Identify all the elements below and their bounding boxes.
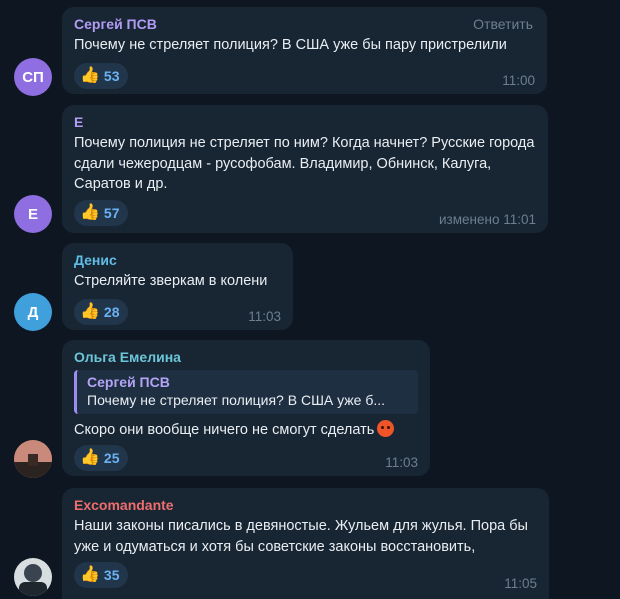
reaction-thumbs-up[interactable]: 👍 28 xyxy=(74,298,128,325)
message-text: Стреляйте зверкам в колени xyxy=(74,273,268,289)
thumbs-up-icon: 👍 xyxy=(80,448,100,466)
reaction-thumbs-up[interactable]: 👍 53 xyxy=(74,62,128,89)
quote-author: Сергей ПСВ xyxy=(87,374,170,390)
thumbs-up-icon: 👍 xyxy=(80,566,100,583)
message-time: 11:03 xyxy=(248,309,281,324)
reaction-count: 57 xyxy=(103,204,120,221)
avatar-initials: Е xyxy=(27,205,38,223)
avatar[interactable]: Е xyxy=(14,195,52,233)
reaction-thumbs-up[interactable]: 👍 35 xyxy=(74,562,128,588)
avatar[interactable] xyxy=(14,558,52,596)
author-name[interactable]: Е xyxy=(74,113,536,131)
message-text: Почему не стреляет полиция? В США уже бы… xyxy=(74,37,507,53)
message-time: 11:00 xyxy=(502,73,535,88)
angry-face-icon xyxy=(377,420,395,437)
message-bubble[interactable]: Е Почему полиция не стреляет по ним? Ког… xyxy=(62,105,548,233)
reaction-count: 53 xyxy=(103,67,120,84)
thumbs-up-icon: 👍 xyxy=(80,302,100,320)
message-text: Почему полиция не стреляет по ним? Когда… xyxy=(74,135,535,192)
message-bubble[interactable]: Ольга Емелина Сергей ПСВ Почему не стрел… xyxy=(62,340,430,476)
message-text: Наши законы писались в девяностые. Жулье… xyxy=(74,518,528,555)
message-time: изменено 11:01 xyxy=(439,212,536,227)
author-name[interactable]: Excomandante xyxy=(74,496,537,514)
message-time: 11:05 xyxy=(504,576,537,591)
avatar-photo xyxy=(14,440,52,478)
reply-button[interactable]: Ответить xyxy=(473,16,533,32)
author-name[interactable]: Сергей ПСВ xyxy=(74,15,535,33)
avatar-initials: СП xyxy=(22,68,44,86)
message-text-line: Скоро они вообще ничего не смогут сделат… xyxy=(74,420,418,441)
message-bubble[interactable]: Excomandante Наши законы писались в девя… xyxy=(62,488,549,599)
thumbs-up-icon: 👍 xyxy=(80,203,100,221)
avatar[interactable]: СП xyxy=(14,58,52,96)
quote-text: Почему не стреляет полиция? В США уже б.… xyxy=(87,392,386,408)
thumbs-up-icon: 👍 xyxy=(80,66,100,84)
reaction-thumbs-up[interactable]: 👍 57 xyxy=(74,199,128,226)
message-time: 11:03 xyxy=(385,455,418,470)
avatar-photo xyxy=(14,558,52,596)
author-name[interactable]: Денис xyxy=(74,251,281,269)
reaction-count: 35 xyxy=(103,567,120,583)
avatar-initials: Д xyxy=(27,303,39,321)
message-text: Скоро они вообще ничего не смогут сделат… xyxy=(74,422,375,438)
avatar[interactable]: Д xyxy=(14,293,52,331)
reaction-thumbs-up[interactable]: 👍 25 xyxy=(74,444,128,471)
avatar[interactable] xyxy=(14,440,52,478)
reaction-count: 25 xyxy=(103,449,120,466)
author-name[interactable]: Ольга Емелина xyxy=(74,348,418,366)
message-bubble[interactable]: Сергей ПСВ Ответить Почему не стреляет п… xyxy=(62,7,547,94)
message-bubble[interactable]: Денис Стреляйте зверкам в колени 👍 28 11… xyxy=(62,243,293,330)
reaction-count: 28 xyxy=(103,303,120,320)
reply-quote[interactable]: Сергей ПСВ Почему не стреляет полиция? В… xyxy=(74,370,418,414)
